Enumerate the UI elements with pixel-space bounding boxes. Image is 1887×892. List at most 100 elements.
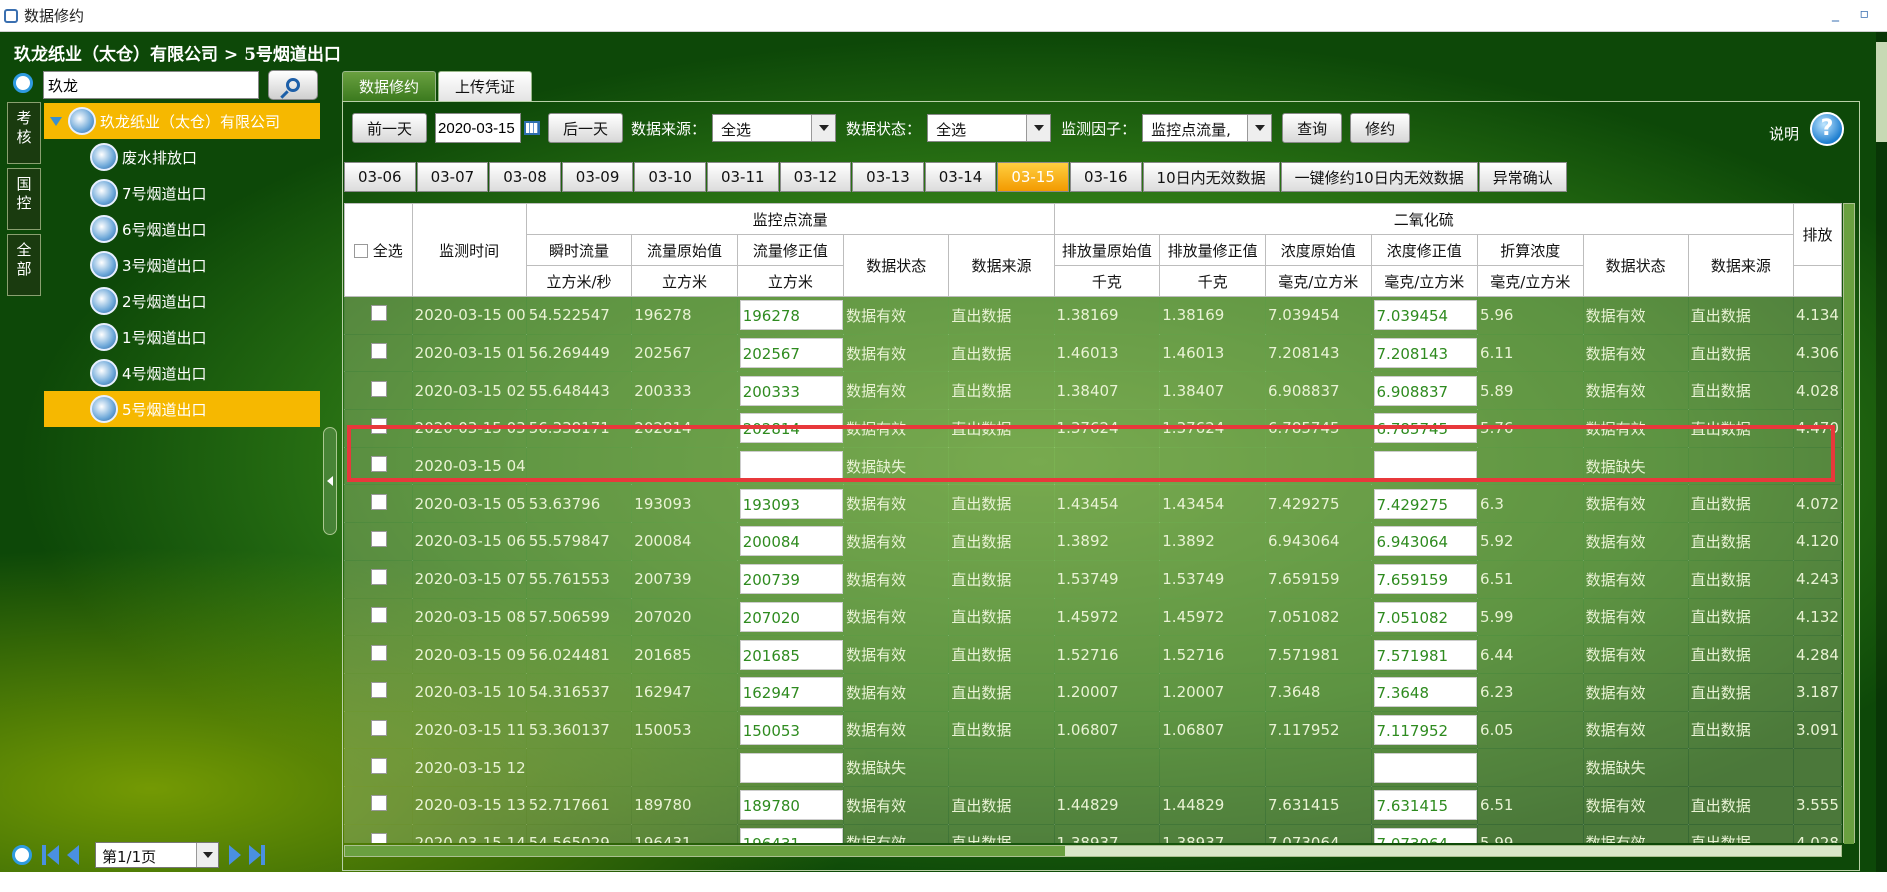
vtab-assess[interactable]: 考 核 bbox=[7, 102, 41, 164]
row-checkbox-cell[interactable] bbox=[344, 823, 413, 843]
edit-field[interactable]: 7.659159 bbox=[1373, 564, 1477, 595]
row-checkbox[interactable] bbox=[371, 569, 388, 586]
cell-ffix[interactable]: 150053 bbox=[736, 710, 845, 750]
tree-item-wastewater[interactable]: 废水排放口 bbox=[84, 139, 320, 175]
gear-icon[interactable] bbox=[13, 73, 33, 93]
table-row[interactable]: 2020-03-15 1454.565029196431196431数据有效直出… bbox=[344, 823, 1842, 843]
date-tab[interactable]: 03-08 bbox=[489, 162, 561, 192]
row-checkbox-cell[interactable] bbox=[344, 672, 413, 712]
table-row[interactable]: 2020-03-15 08 57.506599 207020 207020 数据有效 直出… bbox=[344, 597, 1842, 637]
edit-field[interactable]: 7.3648 bbox=[1373, 677, 1477, 708]
page-select[interactable]: 第1/1页 bbox=[95, 842, 219, 868]
cell-cfix[interactable]: 7.051082 bbox=[1370, 597, 1479, 637]
row-checkbox[interactable] bbox=[371, 380, 388, 397]
revise-button[interactable]: 修约 bbox=[1350, 113, 1411, 143]
edit-field[interactable]: 189780 bbox=[739, 790, 843, 821]
date-tab[interactable]: 03-07 bbox=[416, 162, 489, 192]
chevron-down-icon[interactable] bbox=[1026, 115, 1051, 141]
row-checkbox[interactable] bbox=[371, 493, 388, 510]
table-row[interactable]: 2020-03-15 11 53.360137 150053 150053 数据有效 直出… bbox=[344, 710, 1842, 750]
tree-root[interactable]: 玖龙纸业（太仓）有限公司 bbox=[44, 103, 320, 139]
table-row[interactable]: 2020-03-15 06 55.579847 200084 200084 数据有效 直出… bbox=[344, 522, 1842, 561]
factor-select[interactable]: 监控点流量, bbox=[1142, 114, 1273, 142]
tree-item-flue-7[interactable]: 7号烟道出口 bbox=[84, 175, 320, 211]
chevron-down-icon[interactable] bbox=[811, 115, 836, 141]
row-checkbox-cell[interactable] bbox=[344, 333, 413, 373]
edit-field[interactable]: 200739 bbox=[739, 564, 843, 595]
edit-field[interactable]: 7.073064 bbox=[1373, 827, 1477, 843]
row-checkbox-cell[interactable] bbox=[344, 748, 413, 787]
cell-ffix[interactable]: 193093 bbox=[736, 484, 845, 524]
edit-field[interactable]: 196278 bbox=[739, 300, 843, 331]
cell-cfix[interactable]: 7.117952 bbox=[1370, 710, 1479, 750]
cell-cfix[interactable]: 7.208143 bbox=[1370, 333, 1479, 373]
edit-field[interactable] bbox=[1373, 752, 1477, 783]
edit-field[interactable]: 207020 bbox=[739, 601, 843, 632]
date-tab[interactable]: 03-13 bbox=[852, 162, 924, 192]
next-day-button[interactable]: 后一天 bbox=[548, 113, 624, 143]
row-checkbox-cell[interactable] bbox=[344, 522, 413, 561]
edit-field[interactable]: 7.571981 bbox=[1373, 639, 1477, 670]
cell-ffix[interactable]: 202567 bbox=[736, 333, 845, 373]
invalid-data-10d-button[interactable]: 10日内无效数据 bbox=[1142, 162, 1280, 192]
right-collapse-strip[interactable] bbox=[1876, 32, 1887, 872]
vtab-national[interactable]: 国 控 bbox=[7, 168, 41, 230]
row-checkbox[interactable] bbox=[371, 682, 388, 699]
edit-field[interactable]: 6.908837 bbox=[1373, 375, 1477, 406]
date-tab-selected[interactable]: 03-15 bbox=[997, 162, 1069, 192]
date-tab[interactable]: 03-14 bbox=[924, 162, 997, 192]
horizontal-scrollbar[interactable] bbox=[344, 845, 1842, 857]
vtab-all[interactable]: 全 部 bbox=[7, 234, 41, 296]
first-page-icon[interactable] bbox=[47, 845, 59, 865]
edit-field[interactable]: 7.117952 bbox=[1373, 714, 1477, 745]
search-button[interactable] bbox=[268, 70, 318, 100]
select-all-header[interactable]: 全选 bbox=[344, 203, 413, 297]
table-row[interactable]: 2020-03-15 09 56.024481 201685 201685 数据有效 直出… bbox=[344, 635, 1842, 674]
table-row[interactable]: 2020-03-15 07 55.761553 200739 200739 数据有效 直出… bbox=[344, 559, 1842, 599]
row-checkbox[interactable] bbox=[371, 832, 388, 843]
calendar-icon[interactable] bbox=[524, 121, 541, 135]
row-checkbox-cell[interactable] bbox=[344, 710, 413, 750]
status-select[interactable]: 全选 bbox=[927, 114, 1052, 142]
refresh-icon[interactable] bbox=[12, 845, 32, 865]
select-all-checkbox[interactable] bbox=[353, 244, 368, 258]
table-row[interactable]: 2020-03-15 10 54.316537 162947 162947 数据有效 直出… bbox=[344, 672, 1842, 712]
row-checkbox-cell[interactable] bbox=[344, 559, 413, 599]
cell-ffix[interactable]: 189780 bbox=[736, 785, 845, 825]
date-tab[interactable]: 03-16 bbox=[1069, 162, 1142, 192]
cell-ffix[interactable]: 201685 bbox=[736, 635, 845, 674]
window-controls[interactable]: _ ▫ bbox=[1832, 6, 1877, 22]
tab-revise[interactable]: 数据修约 bbox=[342, 71, 437, 101]
last-page-icon[interactable] bbox=[249, 845, 261, 865]
prev-day-button[interactable]: 前一天 bbox=[352, 113, 428, 143]
cell-cfix[interactable]: 7.429275 bbox=[1370, 484, 1479, 524]
cell-ffix[interactable]: 200084 bbox=[736, 522, 845, 561]
row-checkbox-cell[interactable] bbox=[344, 296, 413, 335]
edit-field[interactable]: 202567 bbox=[739, 338, 843, 369]
edit-field[interactable]: 196431 bbox=[739, 827, 843, 843]
sidebar-collapse-handle[interactable] bbox=[323, 427, 337, 535]
date-tab[interactable]: 03-10 bbox=[634, 162, 706, 192]
cell-cfix[interactable]: 7.631415 bbox=[1370, 785, 1479, 825]
date-tab[interactable]: 03-12 bbox=[779, 162, 852, 192]
next-page-icon[interactable] bbox=[229, 845, 241, 865]
cell-ffix[interactable] bbox=[736, 748, 845, 787]
source-select[interactable]: 全选 bbox=[712, 114, 837, 142]
edit-field[interactable]: 200084 bbox=[739, 526, 843, 557]
cell-cfix[interactable]: 7.659159 bbox=[1370, 559, 1479, 599]
cell-ffix[interactable]: 200739 bbox=[736, 559, 845, 599]
row-checkbox[interactable] bbox=[371, 343, 388, 360]
row-checkbox[interactable] bbox=[371, 644, 388, 661]
table-row[interactable]: 2020-03-15 05 53.63796 193093 193093 数据有效 直出数… bbox=[344, 484, 1842, 524]
row-checkbox[interactable] bbox=[371, 757, 388, 774]
table-row[interactable]: 2020-03-15 02 55.648443 200333 200333 数据有效 直出… bbox=[344, 371, 1842, 411]
edit-field[interactable]: 201685 bbox=[739, 639, 843, 670]
cell-cfix[interactable] bbox=[1370, 748, 1479, 787]
tree-item-flue-3[interactable]: 3号烟道出口 bbox=[84, 247, 320, 283]
tree-item-flue-6[interactable]: 6号烟道出口 bbox=[84, 211, 320, 247]
table-row[interactable]: 2020-03-15 01 56.269449 202567 202567 数据有效 直出… bbox=[344, 333, 1842, 373]
tree-item-flue-5[interactable]: 5号烟道出口 bbox=[44, 391, 320, 427]
edit-field[interactable]: 200333 bbox=[739, 375, 843, 406]
cell-cfix[interactable]: 6.943064 bbox=[1370, 522, 1479, 561]
row-checkbox-cell[interactable] bbox=[344, 371, 413, 411]
